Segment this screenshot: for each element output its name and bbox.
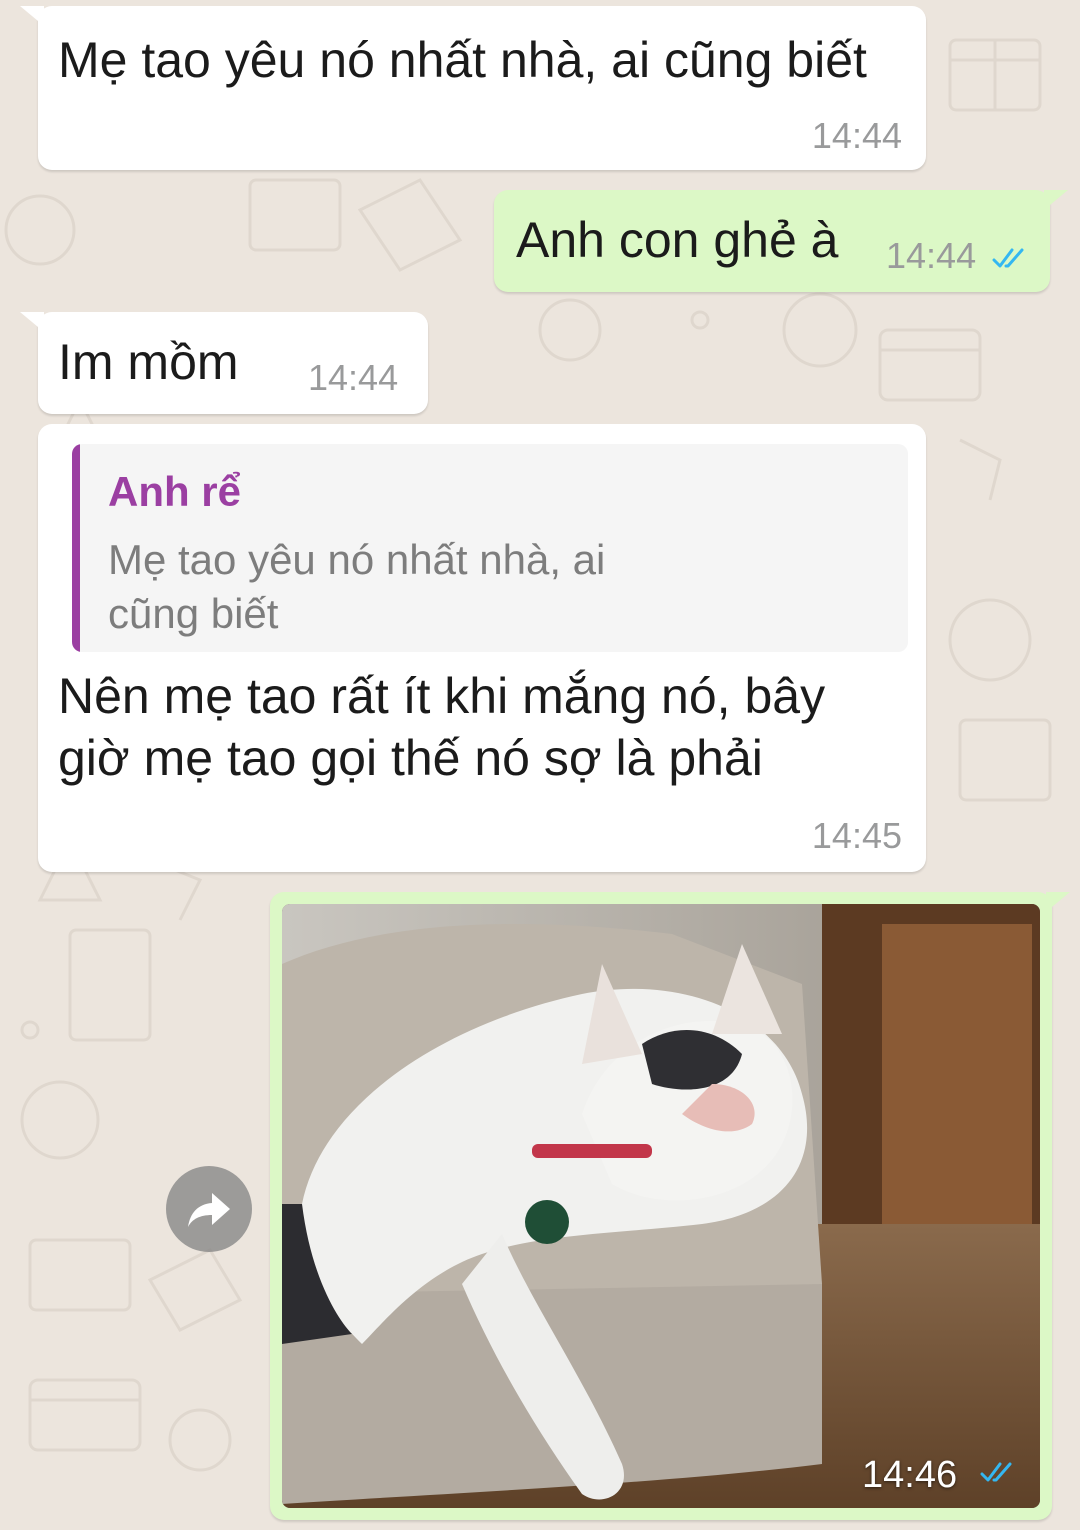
message-time: 14:44 bbox=[811, 115, 902, 156]
double-check-icon bbox=[980, 1462, 1012, 1482]
message-text-line: Nên mẹ tao rất ít khi mắng nó, bây bbox=[58, 668, 826, 724]
message-text-line: giờ mẹ tao gọi thế nó sợ là phải bbox=[58, 730, 763, 786]
bubble-tail bbox=[20, 6, 44, 26]
quote-text-line: Mẹ tao yêu nó nhất nhà, ai bbox=[108, 536, 606, 583]
cat-photo-image bbox=[282, 904, 1040, 1508]
message-bubble-outgoing-image[interactable]: 14:46 bbox=[270, 892, 1070, 1520]
bubble-tail bbox=[1046, 892, 1070, 912]
reply-quote[interactable]: Anh rể Mẹ tao yêu nó nhất nhà, ai cũng b… bbox=[72, 444, 908, 652]
quote-accent-bar bbox=[72, 444, 80, 652]
message-text: Im mồm bbox=[58, 334, 239, 390]
message-time: 14:44 bbox=[886, 235, 977, 276]
forward-arrow-icon bbox=[188, 1193, 230, 1227]
message-bubble-incoming[interactable]: Mẹ tao yêu nó nhất nhà, ai cũng biết 14:… bbox=[20, 6, 926, 170]
forward-button[interactable] bbox=[166, 1166, 252, 1252]
message-text: Mẹ tao yêu nó nhất nhà, ai cũng biết bbox=[58, 32, 867, 88]
message-bubble-incoming[interactable]: Im mồm 14:44 bbox=[20, 312, 428, 414]
cat-photo[interactable]: 14:46 bbox=[282, 904, 1040, 1508]
message-text: Anh con ghẻ à bbox=[516, 212, 839, 268]
message-bubble-incoming-reply[interactable]: Anh rể Mẹ tao yêu nó nhất nhà, ai cũng b… bbox=[38, 424, 926, 872]
message-time: 14:44 bbox=[308, 357, 399, 398]
message-bubble-outgoing[interactable]: Anh con ghẻ à 14:44 bbox=[494, 190, 1068, 292]
message-time: 14:46 bbox=[862, 1454, 958, 1496]
bubble-tail bbox=[20, 312, 44, 332]
double-check-icon bbox=[992, 248, 1024, 268]
bubble-tail bbox=[1044, 190, 1068, 210]
message-time: 14:45 bbox=[811, 815, 902, 856]
quote-author: Anh rể bbox=[108, 468, 242, 515]
quote-text-line: cũng biết bbox=[108, 590, 279, 637]
